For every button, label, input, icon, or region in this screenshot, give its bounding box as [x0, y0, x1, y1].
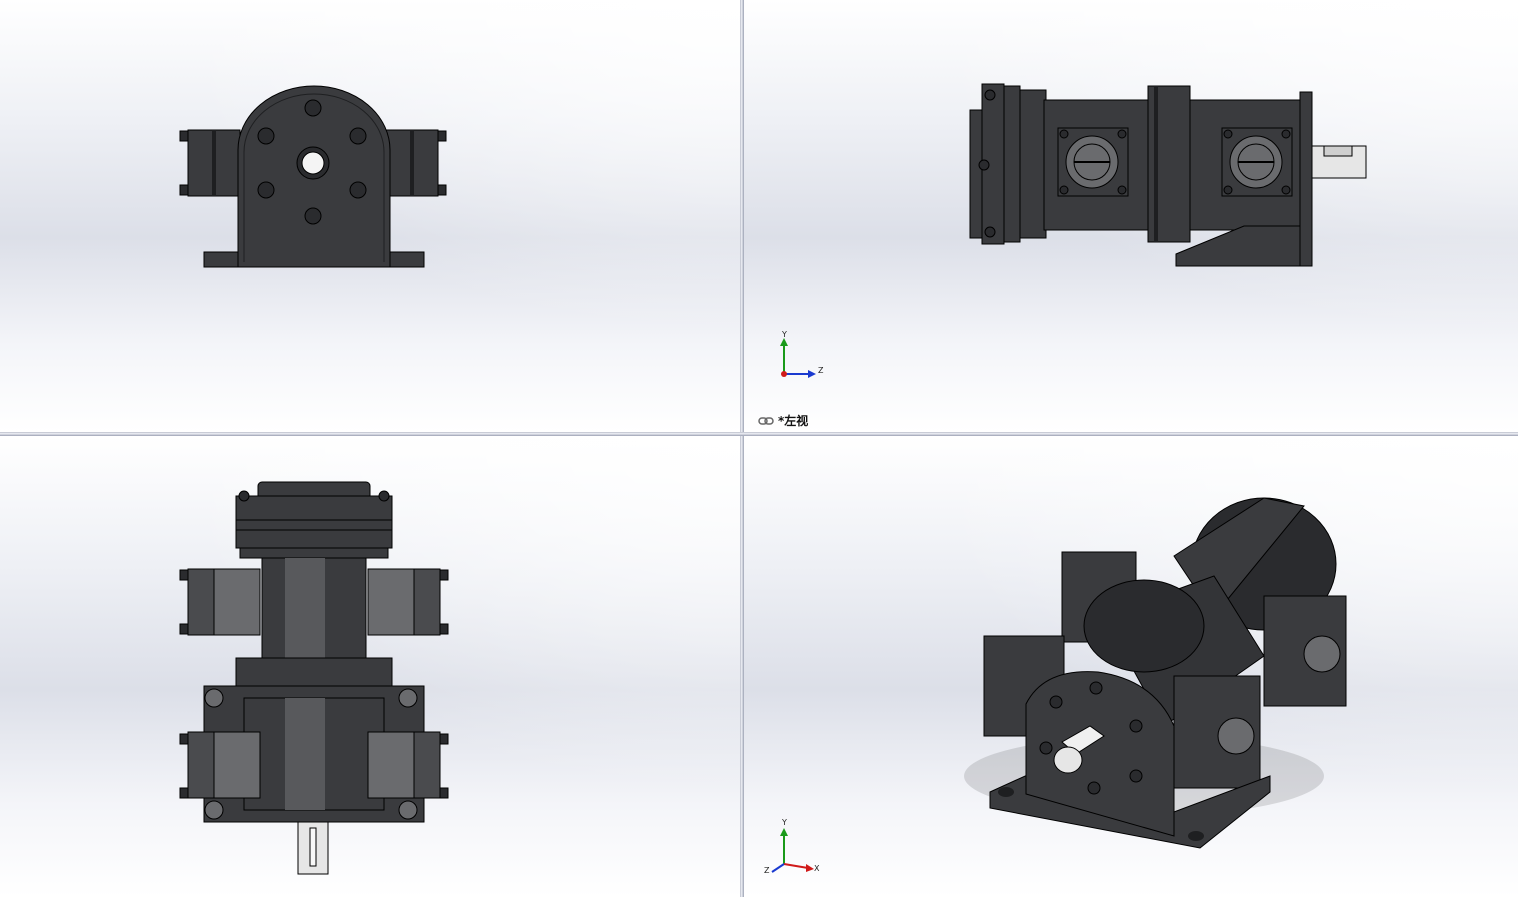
coordinate-triad: Y Z — [774, 330, 834, 380]
view-name-label[interactable]: *左视 — [758, 412, 808, 429]
axis-z-label: Z — [764, 866, 770, 875]
axis-y-label: Y — [782, 330, 787, 339]
viewport-isometric[interactable]: Y X Z — [744, 436, 1518, 897]
pump-front-view — [179, 85, 447, 268]
chain-link-icon — [758, 416, 774, 425]
axis-y-label: Y — [782, 818, 787, 827]
viewport-top[interactable] — [0, 436, 740, 897]
axis-x-label: X — [814, 864, 820, 873]
view-name-text: *左视 — [778, 414, 809, 428]
pump-top-view — [179, 481, 449, 875]
viewport-left[interactable]: Y Z *左视 — [744, 0, 1518, 432]
pump-isometric-view — [964, 497, 1347, 849]
axis-z-label: Z — [818, 366, 824, 375]
pump-side-view — [969, 83, 1367, 267]
viewport-front[interactable] — [0, 0, 740, 432]
coordinate-triad-iso: Y X Z — [764, 818, 828, 875]
